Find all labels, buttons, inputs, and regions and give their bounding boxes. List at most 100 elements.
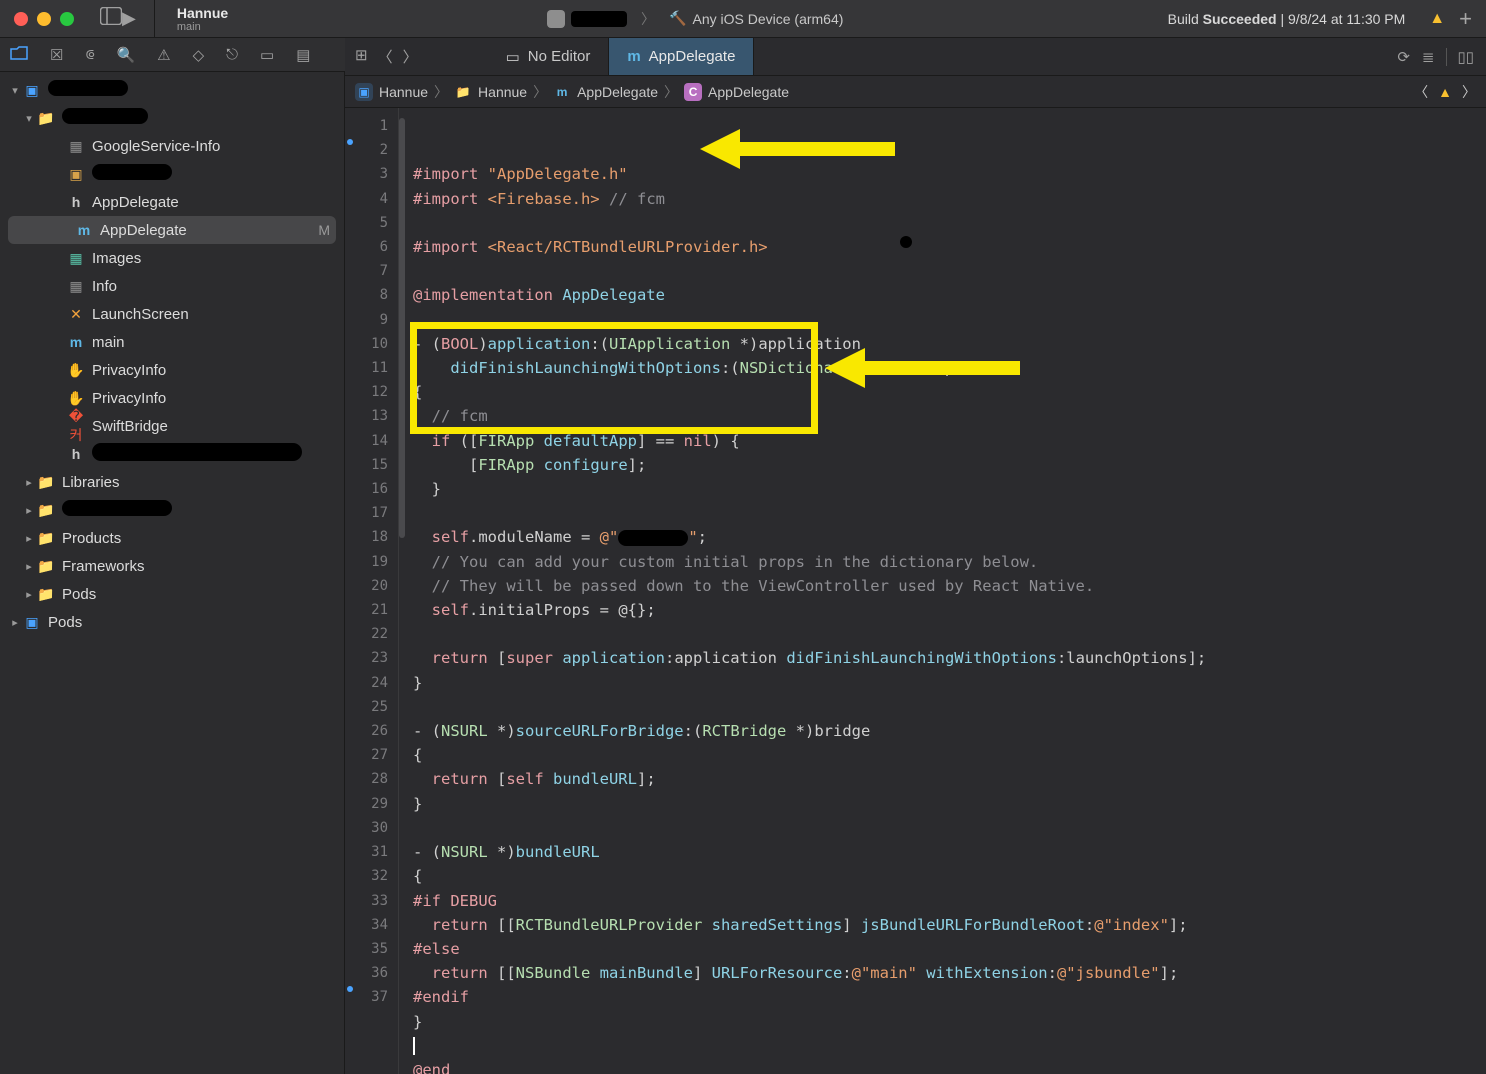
app-icon	[547, 10, 565, 28]
line-number: 16	[345, 477, 388, 501]
chevron-right-icon: 〉	[641, 9, 655, 29]
line-number: 33	[345, 889, 388, 913]
redacted-text	[48, 80, 128, 96]
editor-tab-active[interactable]: m AppDelegate	[609, 38, 754, 75]
build-status[interactable]: Build Succeeded | 9/8/24 at 11:30 PM	[1168, 11, 1416, 27]
minimize-window-icon[interactable]	[37, 12, 51, 26]
tree-file-selected[interactable]: mAppDelegateM	[8, 216, 336, 244]
tree-project-root[interactable]: ▾ ▣	[0, 76, 344, 104]
line-number: 30	[345, 816, 388, 840]
header-file-icon: h	[66, 194, 86, 210]
disclosure-triangle-icon[interactable]: ▸	[22, 588, 36, 601]
change-marker-icon	[347, 139, 353, 145]
line-number: 15	[345, 453, 388, 477]
branch-name: main	[177, 21, 223, 33]
tree-file[interactable]: mmain	[0, 328, 344, 356]
line-number: 23	[345, 646, 388, 670]
disclosure-triangle-icon[interactable]: ▸	[22, 476, 36, 489]
jumpbar-segment[interactable]: AppDelegate	[577, 84, 658, 100]
line-number: 27	[345, 743, 388, 767]
project-selector[interactable]: Hannue main	[167, 5, 223, 33]
jump-bar[interactable]: ▣ Hannue 〉 📁 Hannue 〉 m AppDelegate 〉 C …	[345, 76, 1486, 108]
disclosure-triangle-icon[interactable]: ▸	[22, 504, 36, 517]
report-navigator-icon[interactable]: ▤	[296, 46, 310, 64]
tree-file[interactable]: ▦GoogleService-Info	[0, 132, 344, 160]
issue-navigator-icon[interactable]: ⚠	[157, 46, 170, 64]
line-number: 29	[345, 792, 388, 816]
tree-file[interactable]: ▦Info	[0, 272, 344, 300]
panel-icon[interactable]: ▯▯	[1446, 48, 1474, 66]
disclosure-triangle-icon[interactable]: ▸	[22, 560, 36, 573]
forward-button[interactable]: 〉	[403, 46, 418, 67]
annotation-dot	[900, 236, 912, 248]
tree-folder[interactable]: ▸📁Libraries	[0, 468, 344, 496]
close-window-icon[interactable]	[14, 12, 28, 26]
project-navigator-icon[interactable]	[10, 46, 28, 64]
source-control-navigator-icon[interactable]: ☒	[50, 46, 63, 64]
tree-project-pods[interactable]: ▸▣Pods	[0, 608, 344, 636]
tree-file[interactable]: hAppDelegate	[0, 188, 344, 216]
code-fold-ribbon[interactable]	[399, 118, 405, 538]
objc-file-icon: m	[553, 83, 571, 101]
disclosure-triangle-icon[interactable]: ▸	[8, 616, 22, 629]
jumpbar-segment[interactable]: Hannue	[379, 84, 428, 100]
warning-icon[interactable]: ▲	[1438, 84, 1452, 100]
jumpbar-segment[interactable]: AppDelegate	[708, 84, 789, 100]
project-name: Hannue	[177, 5, 223, 21]
swift-file-icon: �커	[66, 408, 86, 445]
jumpbar-segment[interactable]: Hannue	[478, 84, 527, 100]
tree-file[interactable]: ✕LaunchScreen	[0, 300, 344, 328]
code-text[interactable]: #import "AppDelegate.h" #import <Firebas…	[399, 108, 1486, 1074]
disclosure-triangle-icon[interactable]: ▾	[8, 84, 22, 97]
line-number: 3	[345, 162, 388, 186]
tree-file[interactable]: ✋PrivacyInfo	[0, 384, 344, 412]
tree-file[interactable]: �커SwiftBridge	[0, 412, 344, 440]
refresh-icon[interactable]: ⟳	[1397, 48, 1410, 66]
line-number: 31	[345, 840, 388, 864]
tree-file[interactable]: ▦Images	[0, 244, 344, 272]
warning-icon[interactable]: ▲	[1415, 10, 1459, 28]
file-tree[interactable]: ▾ ▣ ▾ 📁 ▦GoogleService-Info ▣ hAppDelega…	[0, 72, 344, 636]
debug-navigator-icon[interactable]: ⎋	[226, 46, 238, 63]
back-button[interactable]: 〈	[378, 46, 393, 67]
text-cursor	[413, 1037, 415, 1055]
xcode-project-icon: ▣	[22, 614, 42, 631]
related-items-icon[interactable]: ⊞	[355, 46, 368, 67]
adjust-editor-icon[interactable]: ≣	[1422, 48, 1435, 66]
line-number-gutter[interactable]: 1 2 3 4 5 6 7 8 9 10 11 12 13 14 15 16 1…	[345, 108, 399, 1074]
tree-folder[interactable]: ▸📁Products	[0, 524, 344, 552]
redacted-text	[618, 530, 688, 546]
run-button[interactable]: ▶	[122, 8, 136, 29]
line-number: 14	[345, 429, 388, 453]
scheme-destination[interactable]: 〉 🔨Any iOS Device (arm64)	[223, 9, 1168, 29]
line-number: 13	[345, 404, 388, 428]
sidebar-toggle-icon[interactable]	[100, 7, 122, 30]
zoom-window-icon[interactable]	[60, 12, 74, 26]
plist-icon: ▦	[66, 138, 86, 155]
tree-folder[interactable]: ▸📁Frameworks	[0, 552, 344, 580]
forward-icon[interactable]: 〉	[1462, 82, 1476, 102]
tree-group[interactable]: ▾ 📁	[0, 104, 344, 132]
editor-tab[interactable]: ▭ No Editor	[488, 38, 610, 75]
disclosure-triangle-icon[interactable]: ▸	[22, 532, 36, 545]
editor-tabbar: ⊞ 〈 〉 ▭ No Editor m AppDelegate ⟳ ≣ ▯▯	[345, 38, 1486, 76]
source-editor[interactable]: 1 2 3 4 5 6 7 8 9 10 11 12 13 14 15 16 1…	[345, 108, 1486, 1074]
navigator-selector[interactable]: ☒ ⟃ 🔍 ⚠ ◇ ⎋ ▭ ▤	[0, 38, 345, 72]
tree-folder[interactable]: ▸📁	[0, 496, 344, 524]
back-icon[interactable]: 〈	[1414, 82, 1428, 102]
tree-folder[interactable]: ▸📁Pods	[0, 580, 344, 608]
tree-file[interactable]: ▣	[0, 160, 344, 188]
breakpoint-navigator-icon[interactable]: ▭	[260, 46, 274, 64]
chevron-right-icon: 〉	[533, 82, 547, 102]
destination-label: Any iOS Device (arm64)	[692, 11, 843, 27]
find-navigator-icon[interactable]: 🔍	[116, 46, 135, 64]
line-number: 1	[345, 114, 388, 138]
tree-file[interactable]: h	[0, 440, 344, 468]
folder-icon: 📁	[36, 586, 56, 603]
bookmark-navigator-icon[interactable]: ⟃	[85, 46, 94, 63]
test-navigator-icon[interactable]: ◇	[193, 46, 205, 64]
disclosure-triangle-icon[interactable]: ▾	[22, 112, 36, 125]
add-tab-button[interactable]: +	[1459, 6, 1486, 32]
tree-file[interactable]: ✋PrivacyInfo	[0, 356, 344, 384]
window-controls[interactable]	[0, 12, 74, 26]
